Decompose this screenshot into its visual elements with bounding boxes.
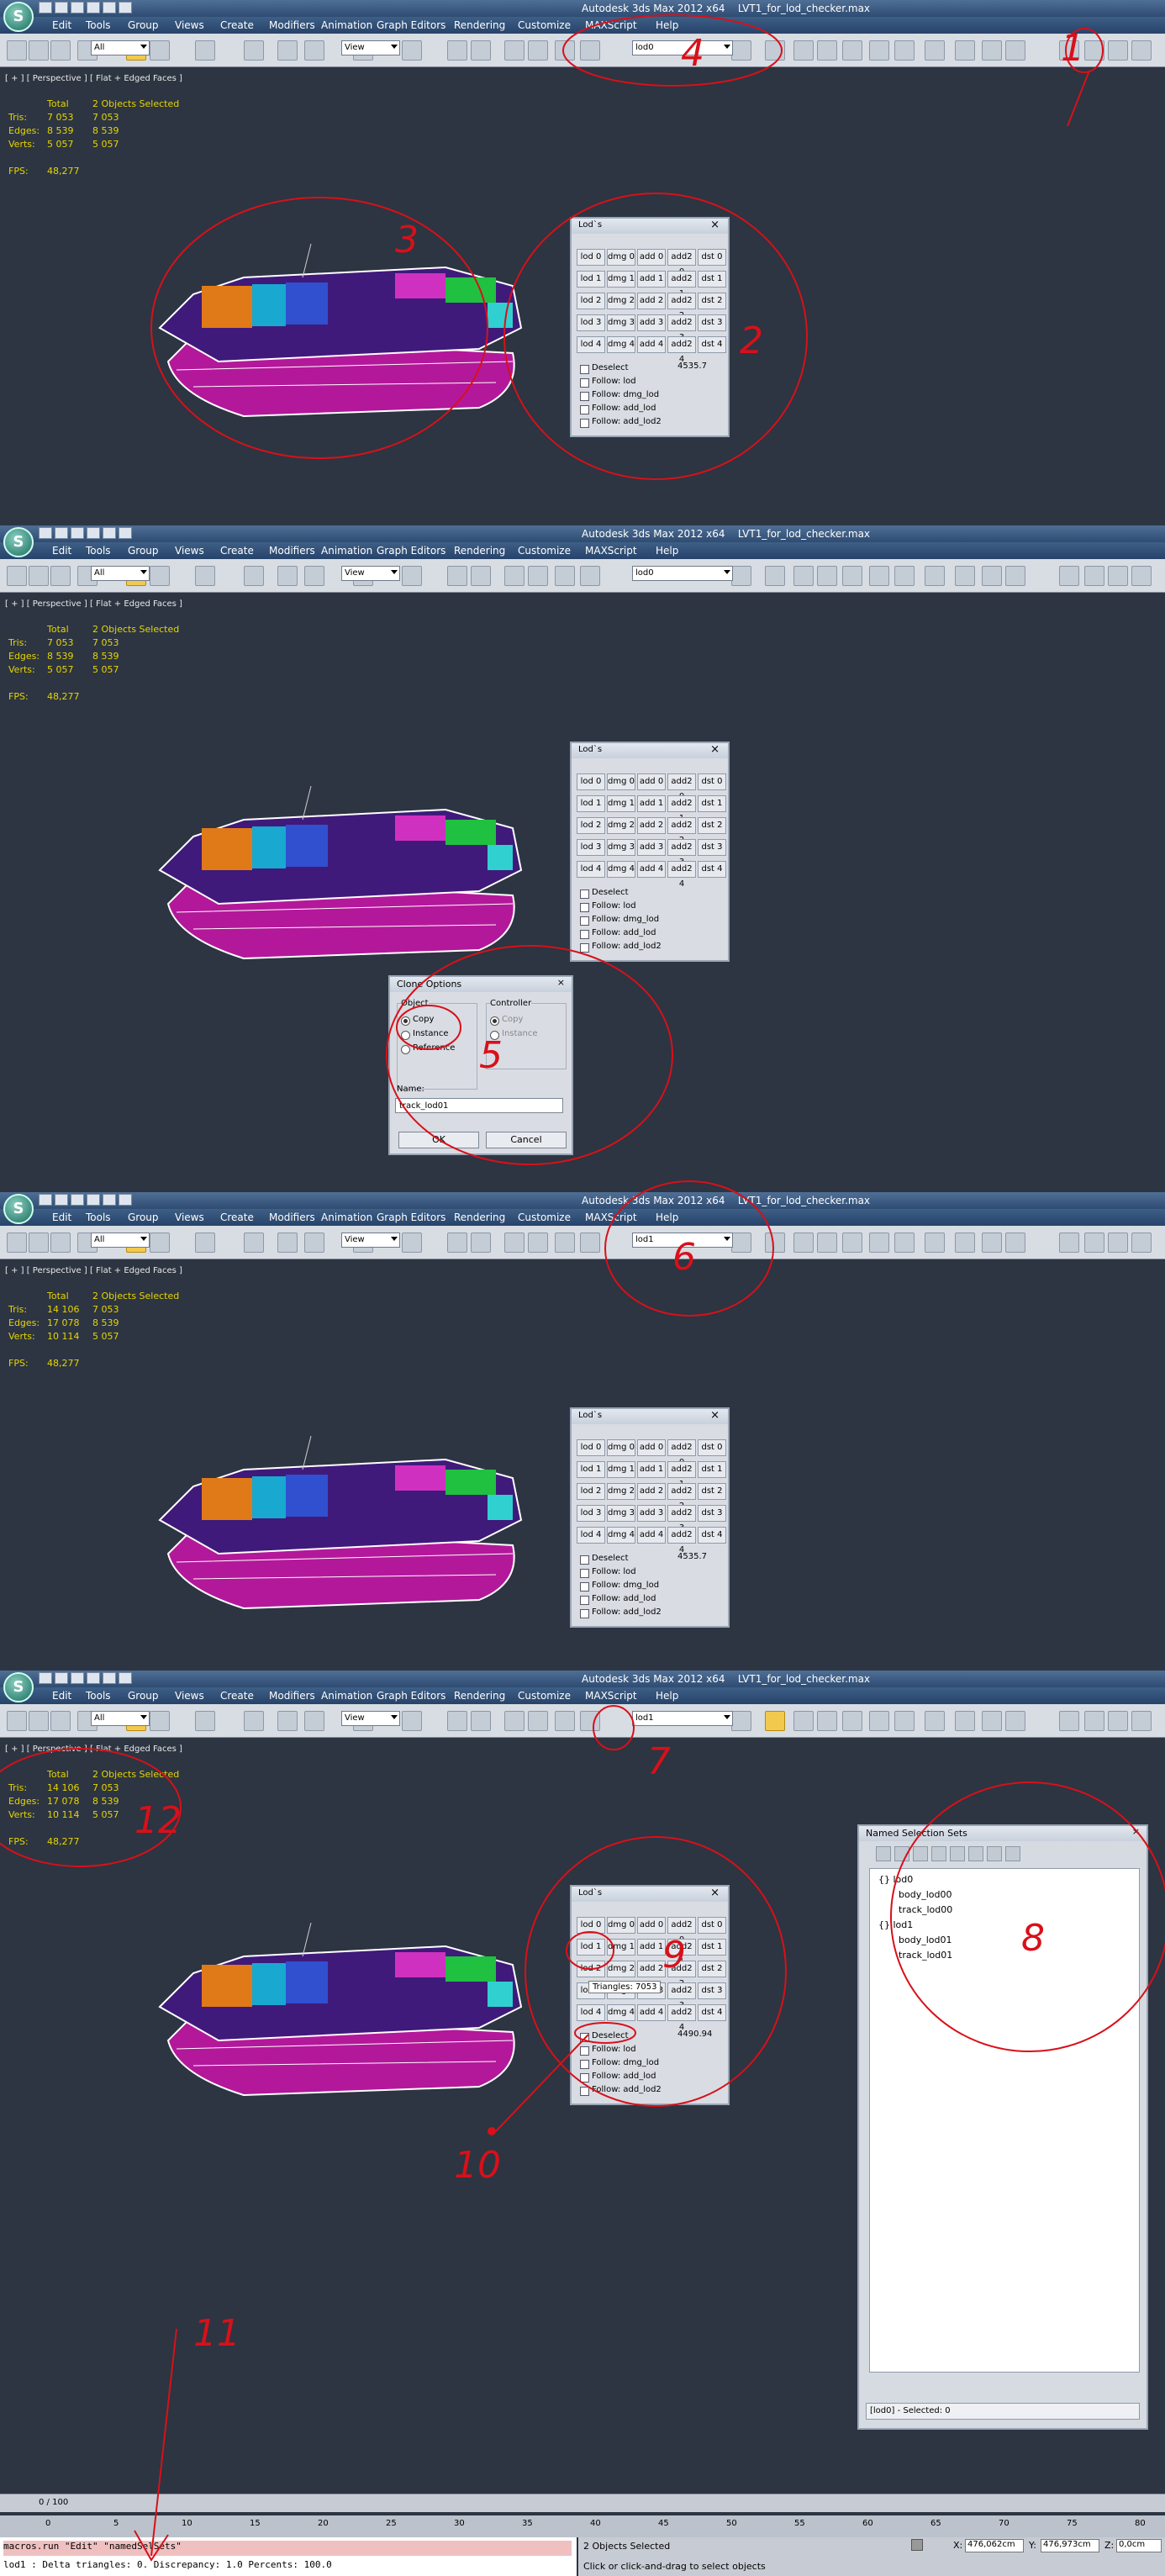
annotation-num-2: 2 [740,319,763,362]
annotation-circle-9 [525,1836,787,2107]
annotation-num-11: 11 [193,2312,240,2355]
annotation-num-12: 12 [134,1799,182,1842]
annotation-num-1: 1 [1061,27,1084,70]
annotation-circle-7 [593,1705,635,1750]
annotation-circle-lod1 [566,1931,614,1970]
annotation-num-6: 6 [672,1236,696,1279]
annotation-num-8: 8 [1021,1917,1045,1960]
annotation-num-5: 5 [479,1034,503,1077]
annotation-circle-copy [396,1005,461,1050]
annotation-circle-4 [562,14,783,87]
annotation-num-9: 9 [662,1934,686,1977]
annotation-num-10: 10 [454,2144,501,2187]
annotation-circle-5 [386,945,673,1165]
annotation-arrow-11 [134,2328,177,2562]
annotation-num-4: 4 [681,32,704,75]
annotation-num-7: 7 [647,1740,671,1783]
annotation-arrow-10 [495,2034,589,2132]
annotation-num-3: 3 [395,219,419,261]
annotation-stroke-1 [1067,70,1090,127]
annotation-circle-3 [150,197,488,459]
annotation-overlay: 1 2 3 4 5 6 7 8 9 10 11 12 [0,14,1165,2562]
